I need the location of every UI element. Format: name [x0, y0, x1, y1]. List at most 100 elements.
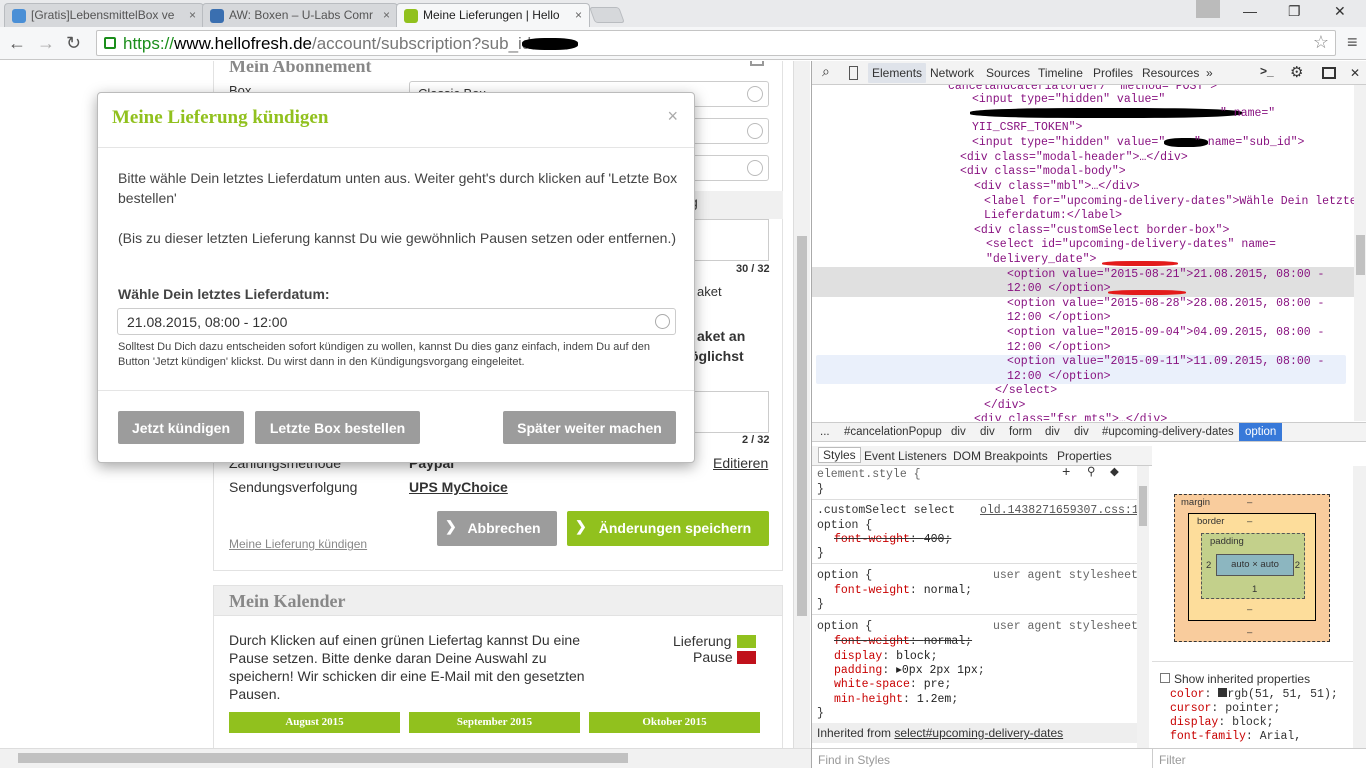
subtab-properties[interactable]: Properties	[1057, 449, 1112, 463]
dom-line[interactable]: YII_CSRF_TOKEN">	[972, 121, 1082, 136]
subtab-styles[interactable]: Styles	[818, 447, 861, 463]
rule-selector[interactable]: option {	[817, 620, 872, 635]
dom-line[interactable]: 12:00 </option>	[1007, 282, 1111, 297]
dom-line-selected[interactable]: <option value="2015-08-21">21.08.2015, 0…	[1007, 268, 1324, 283]
edit-icon[interactable]	[750, 61, 764, 66]
breadcrumb-item[interactable]: #cancelationPopup	[844, 426, 942, 438]
dom-line[interactable]: <div class="modal-body">	[960, 165, 1126, 180]
dom-line[interactable]: <label for="upcoming-delivery-dates">Wäh…	[984, 195, 1354, 210]
reload-icon[interactable]: ↻	[66, 33, 81, 54]
maximize-button[interactable]: ❐	[1288, 3, 1301, 20]
add-rule-icon[interactable]: +	[1062, 466, 1070, 481]
computed-scrollbar[interactable]	[1353, 466, 1366, 748]
tab-sources[interactable]: Sources	[986, 66, 1030, 80]
tab-resources[interactable]: Resources	[1142, 66, 1199, 80]
tab-hellofresh[interactable]: Meine Lieferungen | Hello ×	[396, 3, 590, 27]
show-inherited-checkbox[interactable]	[1160, 673, 1170, 683]
scroll-thumb[interactable]	[797, 236, 807, 616]
breadcrumb-item[interactable]: div	[951, 426, 966, 438]
tab-close-icon[interactable]: ×	[383, 8, 390, 22]
css-property[interactable]: font-weight: normal;	[834, 584, 972, 599]
device-mode-icon[interactable]	[849, 66, 858, 80]
breadcrumb-item[interactable]: form	[1009, 426, 1032, 438]
css-property[interactable]: padding: ▸0px 2px 1px;	[834, 664, 985, 679]
css-property[interactable]: white-space: pre;	[834, 678, 951, 693]
tab-timeline[interactable]: Timeline	[1038, 66, 1083, 80]
bookmark-star-icon[interactable]: ☆	[1313, 32, 1329, 53]
inherited-prop[interactable]: color: rgb(51, 51, 51);	[1170, 688, 1338, 702]
page-vertical-scrollbar[interactable]	[793, 61, 810, 748]
scroll-thumb[interactable]	[18, 753, 628, 763]
dock-icon[interactable]	[1322, 67, 1336, 79]
dom-line[interactable]: <div class="modal-header">…</div>	[960, 151, 1188, 166]
dom-line[interactable]: <input type="hidden" value="	[972, 93, 1165, 108]
css-property[interactable]: display: block;	[834, 650, 938, 665]
find-in-styles-input[interactable]: Find in Styles	[812, 748, 1152, 768]
color-swatch[interactable]	[1218, 688, 1228, 697]
dom-line[interactable]: <select id="upcoming-delivery-dates" nam…	[986, 238, 1276, 253]
tab-close-icon[interactable]: ×	[575, 8, 582, 22]
inherited-prop[interactable]: cursor: pointer;	[1170, 702, 1280, 716]
continue-later-button[interactable]: Später weiter machen	[503, 411, 676, 444]
dom-line[interactable]: <div class="mbl">…</div>	[974, 180, 1140, 195]
gear-icon[interactable]: ⚙	[1290, 63, 1303, 81]
dom-line[interactable]: <div class="customSelect border-box">	[974, 224, 1229, 239]
tab-network[interactable]: Network	[930, 66, 974, 80]
breadcrumb-item[interactable]: ...	[820, 426, 830, 438]
tab-ulabs[interactable]: AW: Boxen – U-Labs Comr ×	[202, 3, 398, 27]
profile-icon[interactable]	[1196, 0, 1220, 18]
delivery-date-select[interactable]: 21.08.2015, 08:00 - 12:00	[117, 308, 676, 335]
dom-line[interactable]: <div class="fsr mts">…</div>	[974, 413, 1167, 421]
menu-icon[interactable]: ≡	[1347, 32, 1358, 53]
dom-line[interactable]: " name="	[1220, 107, 1275, 122]
back-icon[interactable]: ←	[8, 33, 26, 54]
tab-elements[interactable]: Elements	[868, 63, 927, 83]
tab-profiles[interactable]: Profiles	[1093, 66, 1133, 80]
breadcrumb-item[interactable]: div	[1045, 426, 1060, 438]
css-property[interactable]: min-height: 1.2em;	[834, 693, 958, 708]
new-tab-button[interactable]	[589, 7, 625, 23]
css-property-overridden[interactable]: font-weight: 400;	[834, 533, 951, 548]
scroll-thumb[interactable]	[1139, 486, 1147, 526]
pin-icon[interactable]: ⚲	[1087, 466, 1095, 481]
rule-selector[interactable]: option {	[817, 569, 872, 584]
forward-icon[interactable]: →	[37, 33, 55, 54]
dom-line[interactable]: </select>	[995, 384, 1057, 399]
more-tabs-icon[interactable]: »	[1206, 66, 1213, 80]
minimize-button[interactable]: —	[1243, 3, 1257, 19]
inspect-icon[interactable]: ⌕	[822, 63, 830, 80]
element-style-selector[interactable]: element.style {	[817, 468, 921, 483]
dom-line[interactable]: </div>	[984, 399, 1025, 414]
cancel-now-button[interactable]: Jetzt kündigen	[118, 411, 244, 444]
dom-line[interactable]: <option value="2015-09-11">11.09.2015, 0…	[1007, 355, 1324, 370]
cancel-button[interactable]: ❯ Abbrechen	[437, 511, 557, 546]
breadcrumb-item-selected[interactable]: option	[1239, 423, 1283, 441]
inherited-prop[interactable]: display: block;	[1170, 716, 1274, 730]
dom-line[interactable]: 12:00 </option>	[1007, 370, 1111, 385]
dom-line[interactable]: 12:00 </option>	[1007, 311, 1111, 326]
subtab-dom-breakpoints[interactable]: DOM Breakpoints	[953, 449, 1048, 463]
toggle-state-icon[interactable]: ◆	[1110, 466, 1119, 481]
cancel-delivery-link[interactable]: Meine Lieferung kündigen	[229, 537, 367, 551]
rule-source-link[interactable]: old.1438271659307.css:1	[980, 504, 1139, 519]
subtab-event-listeners[interactable]: Event Listeners	[864, 449, 947, 463]
styles-scrollbar[interactable]	[1137, 466, 1149, 748]
close-icon[interactable]: ✕	[1350, 66, 1360, 80]
dom-line[interactable]: <option value="2015-08-28">28.08.2015, 0…	[1007, 297, 1324, 312]
save-button[interactable]: ❯ Änderungen speichern	[567, 511, 769, 546]
page-horizontal-scrollbar[interactable]	[0, 748, 811, 768]
dom-line[interactable]: <input type="hidden" value="	[972, 136, 1165, 151]
breadcrumb-item[interactable]: div	[1074, 426, 1089, 438]
dom-line[interactable]: "delivery_date">	[986, 253, 1096, 268]
filter-input[interactable]: Filter	[1152, 748, 1366, 768]
dom-scrollbar[interactable]	[1354, 85, 1366, 421]
console-icon[interactable]: >_	[1260, 64, 1274, 78]
tracking-link[interactable]: UPS MyChoice	[409, 479, 508, 495]
inherited-prop[interactable]: font-family: Arial,	[1170, 730, 1301, 744]
breadcrumb-item[interactable]: div	[980, 426, 995, 438]
close-icon[interactable]: ×	[667, 106, 678, 127]
tab-lebensmittelbox[interactable]: [Gratis]LebensmittelBox ve ×	[4, 3, 204, 27]
address-bar[interactable]: https://www.hellofresh.de/account/subscr…	[96, 30, 1336, 56]
scroll-thumb[interactable]	[1356, 235, 1365, 275]
tab-close-icon[interactable]: ×	[189, 8, 196, 22]
